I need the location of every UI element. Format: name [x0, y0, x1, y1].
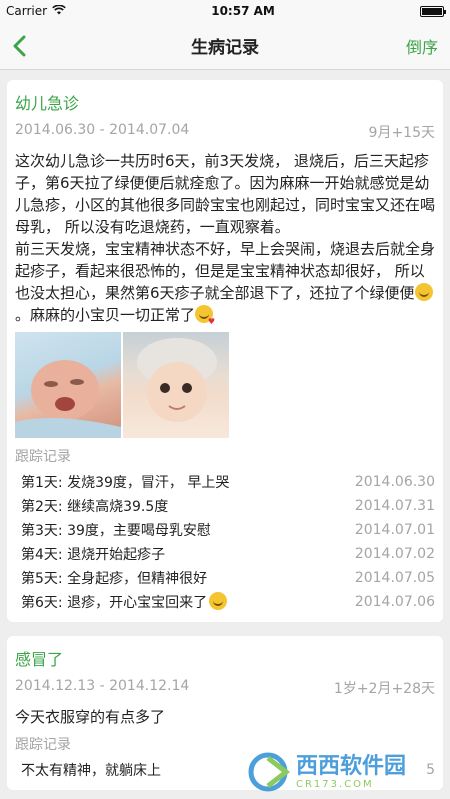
status-time: 10:57 AM [211, 4, 275, 18]
track-date: 2014.06.30 [354, 474, 435, 490]
sort-order-button[interactable]: 倒序 [406, 34, 438, 58]
watermark-logo-icon [248, 752, 291, 792]
track-row[interactable]: 第6天: 退疹，开心宝宝回来了 2014.07.06 [15, 590, 435, 614]
record-photos [15, 332, 435, 438]
record-title: 幼儿急诊 [15, 94, 80, 113]
track-list: 第1天: 发烧39度，冒汗， 早上哭 2014.06.30 第2天: 继续高烧3… [15, 470, 435, 614]
record-date-range: 2014.12.13 - 2014.12.14 [15, 678, 190, 694]
track-text: 第4天: 退烧开始起疹子 [21, 547, 166, 563]
track-text: 不太有精神，就躺床上 [21, 763, 161, 779]
description-text: 。麻麻的小宝贝一切正常了 [15, 306, 196, 324]
grin-emoji-icon [414, 283, 433, 301]
photo-crying-baby[interactable] [15, 332, 121, 438]
track-row[interactable]: 第4天: 退烧开始起疹子 2014.07.02 [15, 542, 435, 566]
grin-emoji-icon [209, 592, 228, 610]
page-title: 生病记录 [191, 38, 259, 58]
photo-smiling-baby[interactable] [123, 332, 229, 438]
track-date: 2014.07.01 [354, 522, 435, 538]
back-button[interactable] [12, 31, 42, 61]
track-row[interactable]: 第2天: 继续高烧39.5度 2014.07.31 [15, 494, 435, 518]
battery-icon [420, 5, 446, 17]
record-date-range: 2014.06.30 - 2014.07.04 [15, 122, 190, 138]
record-meta: 2014.12.13 - 2014.12.14 1岁+2月+28天 [15, 678, 435, 698]
record-card[interactable]: 幼儿急诊 2014.06.30 - 2014.07.04 9月+15天 这次幼儿… [7, 80, 443, 622]
track-text: 第1天: 发烧39度，冒汗， 早上哭 [21, 475, 230, 491]
track-row[interactable]: 第3天: 39度，主要喝母乳安慰 2014.07.01 [15, 518, 435, 542]
nav-bar: 生病记录 倒序 [0, 22, 450, 70]
track-text: 第6天: 退疹，开心宝宝回来了 [21, 592, 228, 612]
track-text: 第2天: 继续高烧39.5度 [21, 499, 169, 515]
track-row[interactable]: 第5天: 全身起疹，但精神很好 2014.07.05 [15, 566, 435, 590]
record-description: 今天衣服穿的有点多了 [15, 708, 166, 726]
watermark-site-name: 西西软件园 [296, 753, 407, 779]
track-section-label: 跟踪记录 [15, 449, 71, 465]
status-bar: Carrier 10:57 AM [0, 0, 450, 22]
track-date: 2014.07.31 [354, 498, 435, 514]
wifi-icon [52, 4, 66, 18]
record-age: 1岁+2月+28天 [333, 681, 435, 697]
description-paragraph: 前三天发烧，宝宝精神状态不好，早上会哭闹，烧退去后就全身起疹子，看起来很恐怖的，… [15, 238, 436, 333]
status-left: Carrier [6, 4, 66, 18]
record-meta: 2014.06.30 - 2014.07.04 9月+15天 [15, 122, 435, 142]
track-date: 2014.07.06 [354, 594, 435, 610]
track-date: 2014.07.05 [354, 570, 435, 586]
carrier-label: Carrier [6, 4, 48, 18]
records-list: 幼儿急诊 2014.06.30 - 2014.07.04 9月+15天 这次幼儿… [0, 70, 450, 790]
description-paragraph: 这次幼儿急诊一共历时6天，前3天发烧， 退烧后，后三天起疹子，第6天拉了绿便便后… [15, 152, 436, 236]
track-date: 2014.07.02 [354, 546, 435, 562]
track-text-content: 第6天: 退疹，开心宝宝回来了 [21, 595, 208, 611]
site-watermark: 西西软件园 CR173.COM [248, 751, 438, 793]
record-description: 这次幼儿急诊一共历时6天，前3天发烧， 退烧后，后三天起疹子，第6天拉了绿便便后… [15, 150, 436, 333]
watermark-domain: CR173.COM [296, 778, 374, 790]
track-text: 第3天: 39度，主要喝母乳安慰 [21, 523, 211, 539]
record-title: 感冒了 [15, 650, 64, 669]
chevron-left-icon [13, 35, 26, 56]
description-text: 前三天发烧，宝宝精神状态不好，早上会哭闹，烧退去后就全身起疹子，看起来很恐怖的，… [15, 240, 436, 302]
kiss-emoji-icon [195, 305, 215, 333]
track-row[interactable]: 第1天: 发烧39度，冒汗， 早上哭 2014.06.30 [15, 470, 435, 494]
track-text: 第5天: 全身起疹，但精神很好 [21, 571, 208, 587]
record-age: 9月+15天 [368, 125, 435, 141]
